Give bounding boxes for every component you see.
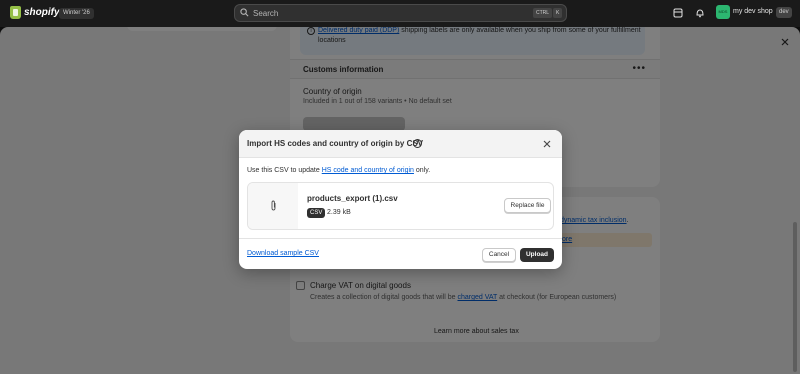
shortcut-key-k: K [553, 8, 563, 18]
dev-badge: dev [776, 7, 792, 18]
desc-suffix: only. [413, 167, 431, 174]
info-icon[interactable]: i [413, 139, 422, 148]
search-bar[interactable]: Search CTRL K [234, 4, 567, 22]
file-name: products_export (1).csv [307, 194, 398, 203]
edition-badge: Winter '26 [59, 8, 94, 19]
shopify-logo[interactable]: shopify [10, 6, 60, 19]
file-dropzone[interactable]: products_export (1).csv CSV 2.39 kB Repl… [247, 182, 554, 230]
import-csv-modal: Import HS codes and country of origin by… [239, 130, 562, 269]
upload-button[interactable]: Upload [520, 248, 554, 262]
hs-code-link[interactable]: HS code and country of origin [322, 167, 414, 174]
modal-footer: Download sample CSV Cancel Upload [239, 238, 562, 269]
replace-file-button[interactable]: Replace file [504, 198, 551, 213]
file-thumbnail [248, 183, 298, 229]
bell-icon[interactable] [694, 7, 706, 19]
store-icon[interactable] [672, 7, 684, 19]
download-sample-link[interactable]: Download sample CSV [247, 250, 319, 257]
modal-title: Import HS codes and country of origin by… [247, 139, 424, 148]
brand-name: shopify [24, 7, 60, 18]
shop-avatar[interactable]: MDS [716, 5, 730, 19]
cancel-button[interactable]: Cancel [482, 248, 516, 262]
close-icon[interactable] [541, 138, 553, 150]
paperclip-icon [269, 200, 278, 213]
file-size: 2.39 kB [327, 209, 351, 216]
shortcut-key-ctrl: CTRL [533, 8, 553, 18]
modal-description: Use this CSV to update HS code and count… [247, 167, 430, 174]
shop-name[interactable]: my dev shop [733, 8, 773, 15]
desc-prefix: Use this CSV to update [247, 167, 322, 174]
top-bar: shopify Winter '26 Search CTRL K MDS my … [0, 0, 800, 27]
file-type-badge: CSV [307, 208, 326, 218]
search-icon [240, 7, 249, 19]
modal-header: Import HS codes and country of origin by… [239, 130, 562, 158]
search-placeholder: Search [253, 8, 279, 18]
shopify-bag-icon [10, 6, 21, 19]
